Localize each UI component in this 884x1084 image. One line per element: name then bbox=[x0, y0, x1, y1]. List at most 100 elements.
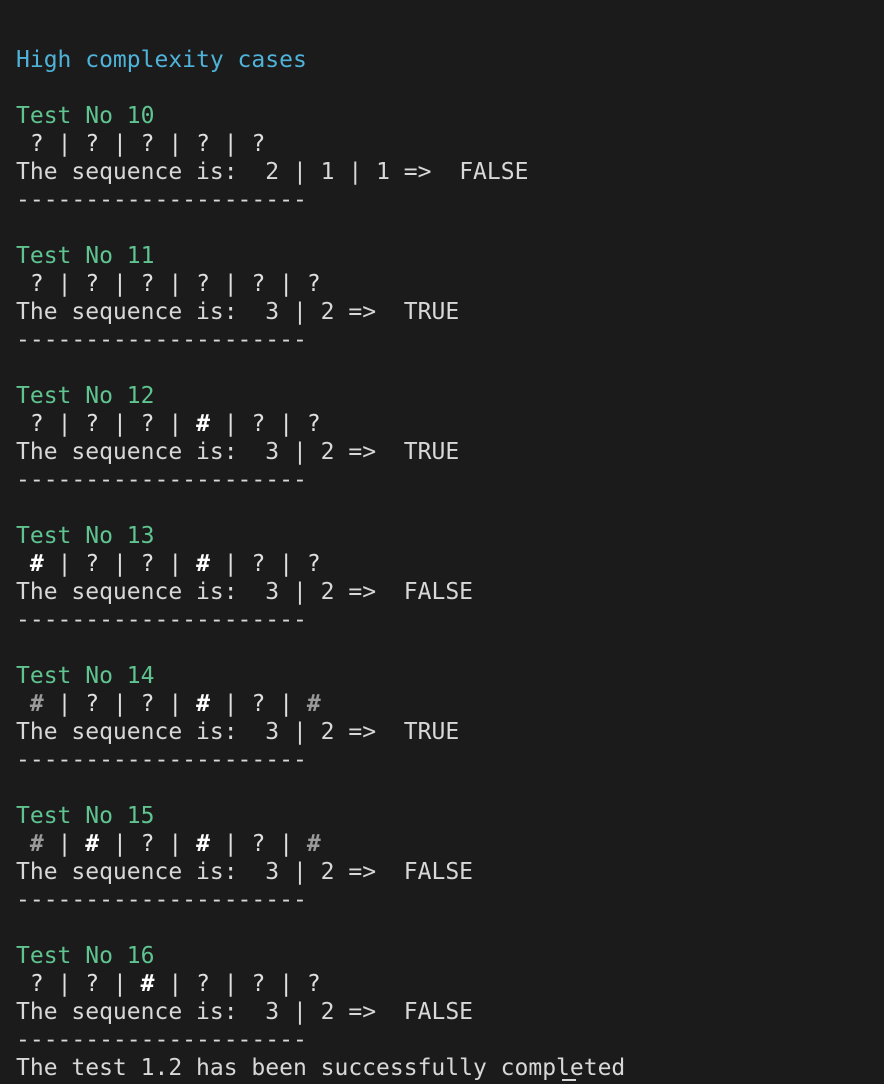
cell-unknown: ? bbox=[251, 411, 266, 437]
cell-unknown: ? bbox=[196, 271, 210, 297]
test-list: Test No 10 ? | ? | ? | ? | ? The sequence… bbox=[16, 102, 884, 1054]
sequence-value: 1 bbox=[320, 159, 335, 185]
cell-row: ? | ? | ? | # | ? | ? bbox=[29, 411, 321, 437]
cell-unknown: ? bbox=[29, 411, 44, 437]
cell-unknown: ? bbox=[251, 691, 266, 717]
completion-message: The test 1.2 has been successfully compl… bbox=[16, 1055, 626, 1081]
test-block: Test No 16 ? | ? | # | ? | ? | ? The sequ… bbox=[16, 942, 884, 1054]
separator: --------------------- bbox=[16, 887, 307, 913]
cell-unknown: ? bbox=[196, 971, 210, 997]
cell-hash: # bbox=[306, 691, 321, 717]
sequence-line: The sequence is: 3 | 2 => TRUE bbox=[16, 439, 460, 465]
sequence-value: 2 bbox=[320, 719, 335, 745]
cell-unknown: ? bbox=[251, 271, 266, 297]
text-cursor bbox=[562, 1079, 576, 1081]
test-result: FALSE bbox=[459, 159, 529, 185]
sequence-value: 3 bbox=[265, 999, 280, 1025]
cell-unknown: ? bbox=[140, 411, 155, 437]
cell-unknown: ? bbox=[85, 971, 100, 997]
sequence-line: The sequence is: 3 | 2 => TRUE bbox=[16, 299, 460, 325]
cell-hash: # bbox=[196, 691, 210, 717]
cell-hash: # bbox=[85, 831, 100, 857]
cell-unknown: ? bbox=[85, 551, 100, 577]
cell-hash: # bbox=[196, 411, 210, 437]
cell-unknown: ? bbox=[85, 411, 100, 437]
separator: --------------------- bbox=[16, 607, 307, 633]
cell-unknown: ? bbox=[306, 271, 321, 297]
sequence-label: The sequence is: bbox=[16, 859, 238, 885]
sequence-value: 2 bbox=[320, 299, 335, 325]
sequence-line: The sequence is: 2 | 1 | 1 => FALSE bbox=[16, 159, 529, 185]
sequence-value: 3 bbox=[265, 299, 280, 325]
sequence-value: 2 bbox=[320, 999, 335, 1025]
cell-unknown: ? bbox=[196, 131, 210, 157]
sequence-line: The sequence is: 3 | 2 => FALSE bbox=[16, 579, 474, 605]
test-result: FALSE bbox=[403, 999, 474, 1025]
sequence-label: The sequence is: bbox=[16, 719, 238, 745]
test-block: Test No 15 # | # | ? | # | ? | # The sequ… bbox=[16, 802, 884, 942]
cell-hash: # bbox=[196, 831, 210, 857]
test-result: TRUE bbox=[403, 719, 460, 745]
terminal-output: High complexity cases Test No 10 ? | ? |… bbox=[16, 46, 884, 1082]
sequence-label: The sequence is: bbox=[16, 579, 238, 605]
cell-row: # | # | ? | # | ? | # bbox=[29, 831, 321, 857]
sequence-line: The sequence is: 3 | 2 => TRUE bbox=[16, 719, 460, 745]
sequence-label: The sequence is: bbox=[16, 999, 238, 1025]
cell-unknown: ? bbox=[306, 551, 321, 577]
cell-hash: # bbox=[29, 551, 44, 577]
test-block: Test No 10 ? | ? | ? | ? | ? The sequence… bbox=[16, 102, 884, 242]
sequence-value: 2 bbox=[320, 579, 335, 605]
sequence-value: 3 bbox=[265, 439, 280, 465]
test-result: FALSE bbox=[403, 859, 474, 885]
test-block: Test No 11 ? | ? | ? | ? | ? | ? The sequ… bbox=[16, 242, 884, 382]
sequence-label: The sequence is: bbox=[16, 439, 238, 465]
sequence-value: 3 bbox=[265, 719, 280, 745]
cell-hash: # bbox=[196, 551, 210, 577]
sequence-label: The sequence is: bbox=[16, 299, 238, 325]
cell-unknown: ? bbox=[29, 131, 44, 157]
cell-row: # | ? | ? | # | ? | # bbox=[29, 691, 321, 717]
separator: --------------------- bbox=[16, 187, 307, 213]
section-heading: High complexity cases bbox=[16, 47, 307, 73]
sequence-value: 2 bbox=[265, 159, 280, 185]
cell-unknown: ? bbox=[85, 691, 100, 717]
test-block: Test No 13 # | ? | ? | # | ? | ? The sequ… bbox=[16, 522, 884, 662]
cell-hash: # bbox=[306, 831, 321, 857]
cell-hash: # bbox=[140, 971, 155, 997]
cell-unknown: ? bbox=[29, 971, 44, 997]
cell-unknown: ? bbox=[85, 271, 100, 297]
sequence-line: The sequence is: 3 | 2 => FALSE bbox=[16, 859, 474, 885]
cell-hash: # bbox=[29, 831, 44, 857]
sequence-value: 2 bbox=[320, 439, 335, 465]
cell-unknown: ? bbox=[306, 411, 321, 437]
cell-row: # | ? | ? | # | ? | ? bbox=[29, 551, 321, 577]
cell-row: ? | ? | ? | ? | ? bbox=[29, 131, 266, 157]
cell-unknown: ? bbox=[251, 831, 266, 857]
test-title: Test No 14 bbox=[16, 663, 155, 689]
cell-unknown: ? bbox=[140, 131, 155, 157]
cell-unknown: ? bbox=[306, 971, 321, 997]
cell-unknown: ? bbox=[29, 271, 44, 297]
sequence-label: The sequence is: bbox=[16, 159, 238, 185]
test-title: Test No 11 bbox=[16, 243, 155, 269]
test-title: Test No 15 bbox=[16, 803, 155, 829]
test-result: TRUE bbox=[403, 299, 460, 325]
separator: --------------------- bbox=[16, 467, 307, 493]
cell-unknown: ? bbox=[251, 131, 266, 157]
sequence-value: 2 bbox=[320, 859, 335, 885]
cell-unknown: ? bbox=[140, 271, 155, 297]
sequence-line: The sequence is: 3 | 2 => FALSE bbox=[16, 999, 474, 1025]
cell-row: ? | ? | # | ? | ? | ? bbox=[29, 971, 321, 997]
separator: --------------------- bbox=[16, 327, 307, 353]
cell-unknown: ? bbox=[251, 551, 266, 577]
cell-unknown: ? bbox=[140, 831, 155, 857]
test-block: Test No 12 ? | ? | ? | # | ? | ? The sequ… bbox=[16, 382, 884, 522]
sequence-value: 3 bbox=[265, 859, 280, 885]
cell-row: ? | ? | ? | ? | ? | ? bbox=[29, 271, 321, 297]
cell-unknown: ? bbox=[251, 971, 266, 997]
sequence-value: 3 bbox=[265, 579, 280, 605]
separator: --------------------- bbox=[16, 747, 307, 773]
test-result: FALSE bbox=[403, 579, 474, 605]
cell-hash: # bbox=[29, 691, 44, 717]
test-block: Test No 14 # | ? | ? | # | ? | # The sequ… bbox=[16, 662, 884, 802]
